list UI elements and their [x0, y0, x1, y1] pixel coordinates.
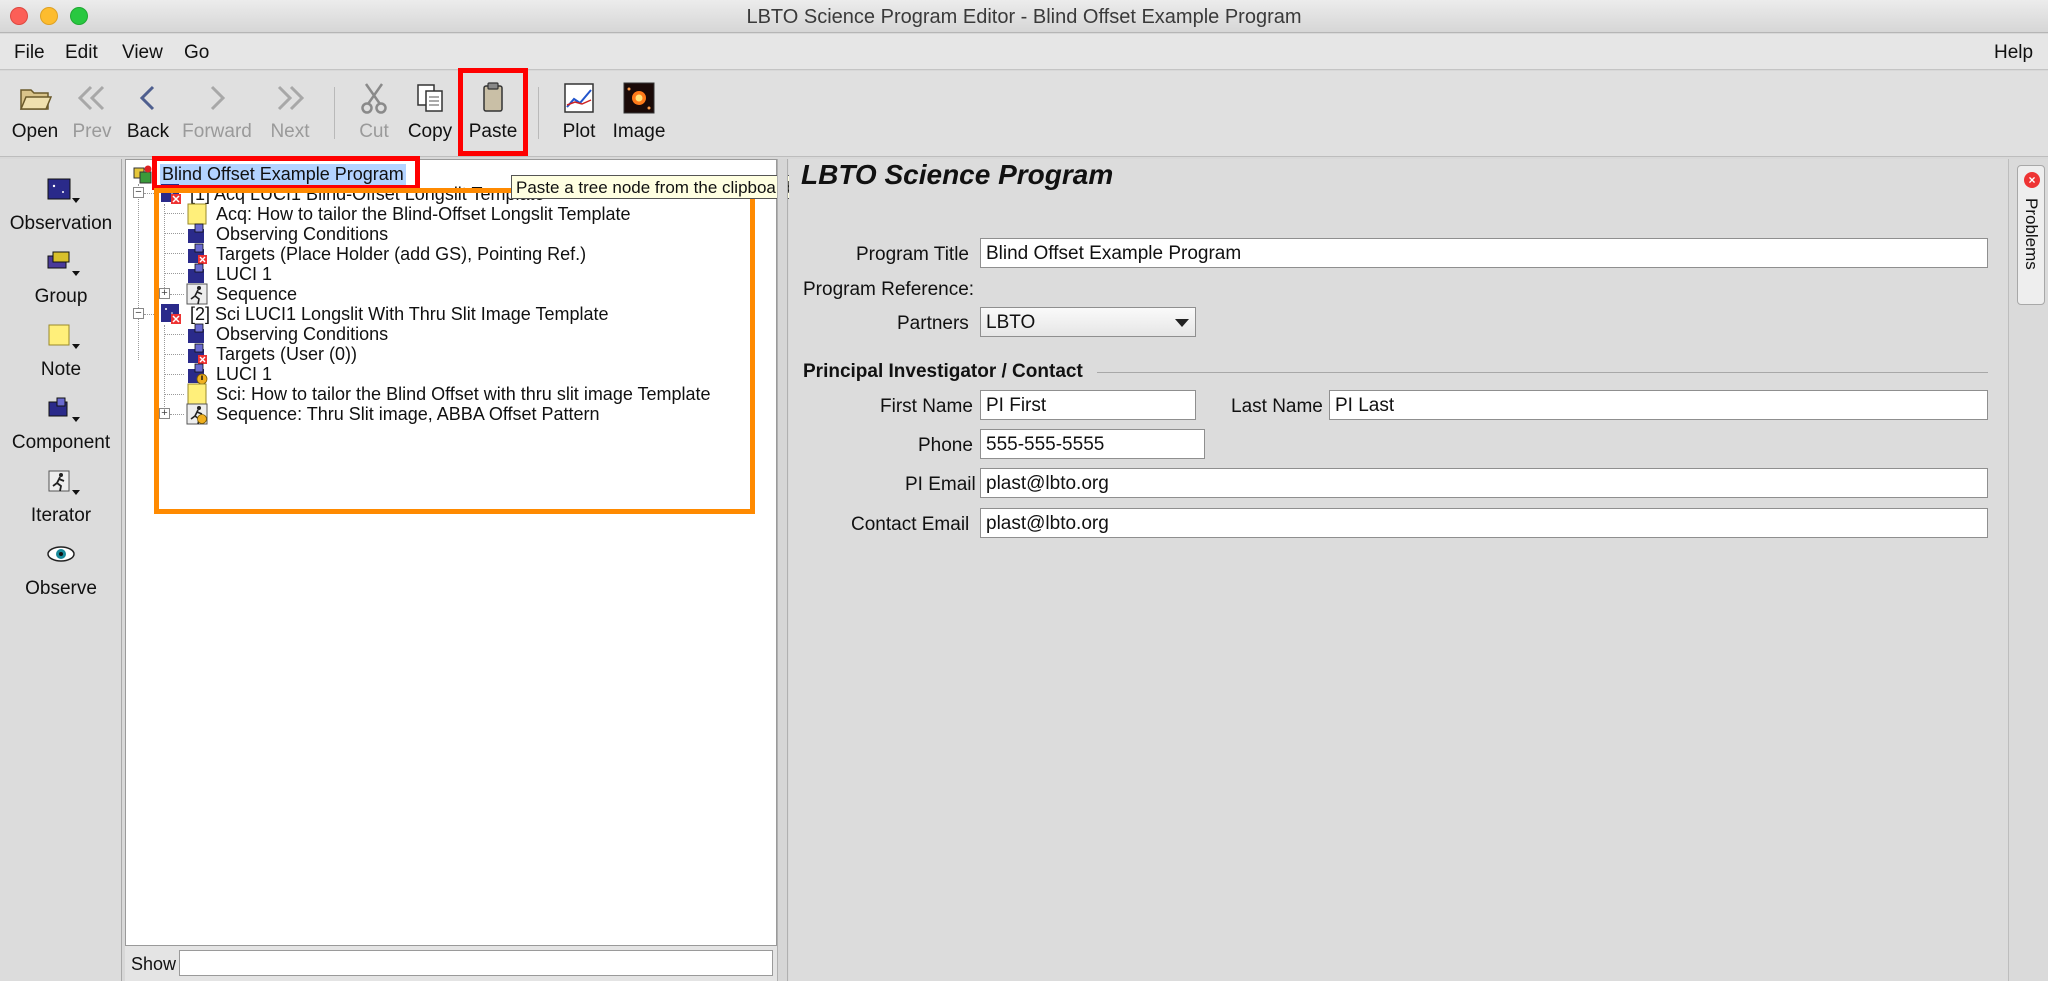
- cut-button[interactable]: Cut: [352, 77, 396, 153]
- collapse-toggle[interactable]: −: [133, 187, 144, 198]
- menu-bar: File Edit View Go Help: [0, 34, 2048, 70]
- sky-image-icon: [623, 82, 655, 114]
- plot-button[interactable]: Plot: [556, 77, 602, 153]
- palette-observe-label: Observe: [25, 578, 97, 599]
- toolbar-separator: [334, 87, 335, 139]
- section-divider: [1097, 372, 1988, 373]
- collapse-toggle[interactable]: −: [133, 308, 144, 319]
- pi-section-header: Principal Investigator / Contact: [803, 361, 1083, 382]
- scissors-icon: [361, 83, 387, 114]
- program-editor: LBTO Science Program Program Title Blind…: [789, 159, 2008, 981]
- image-button[interactable]: Image: [612, 77, 666, 153]
- menu-edit[interactable]: Edit: [65, 42, 98, 64]
- group-icon: [47, 251, 80, 276]
- palette-iterator-label: Iterator: [30, 505, 92, 526]
- editor-title: LBTO Science Program: [801, 159, 1114, 190]
- image-label: Image: [612, 121, 666, 142]
- next-label: Next: [270, 121, 310, 142]
- root-node-annotation-box: [152, 156, 420, 190]
- window-titlebar: LBTO Science Program Editor - Blind Offs…: [0, 0, 2048, 33]
- split-pane-divider[interactable]: [777, 159, 788, 981]
- prev-label: Prev: [72, 121, 112, 142]
- back-label: Back: [126, 121, 170, 142]
- prev-button[interactable]: Prev: [70, 77, 114, 153]
- subtree-annotation-box: [154, 188, 755, 514]
- palette-observe[interactable]: Observe: [0, 542, 122, 600]
- program-reference-label: Program Reference:: [803, 279, 975, 300]
- partners-select-value: LBTO: [986, 312, 1036, 333]
- palette-observation-label: Observation: [9, 213, 113, 234]
- last-name-input[interactable]: PI Last: [1329, 390, 1988, 420]
- error-icon: ×: [2024, 172, 2040, 188]
- palette-note-label: Note: [40, 359, 82, 380]
- node-palette: Observation Group Note Component Iterato…: [0, 159, 122, 981]
- copy-label: Copy: [407, 121, 453, 142]
- toolbar: Open Prev Back Forward Next Cut Copy Pas…: [0, 71, 2048, 157]
- plot-chart-icon: [564, 83, 594, 113]
- side-panel-strip: × Problems: [2008, 159, 2048, 981]
- problems-tab[interactable]: × Problems: [2017, 165, 2045, 305]
- contact-email-input[interactable]: plast@lbto.org: [980, 508, 1988, 538]
- palette-note[interactable]: Note: [0, 323, 122, 381]
- open-button[interactable]: Open: [8, 77, 62, 153]
- forward-label: Forward: [182, 121, 252, 142]
- menu-view[interactable]: View: [122, 42, 163, 64]
- phone-label: Phone: [918, 435, 973, 456]
- palette-component[interactable]: Component: [0, 396, 122, 454]
- last-name-label: Last Name: [1231, 396, 1323, 417]
- chevron-right-icon: [210, 85, 226, 111]
- double-chevron-left-icon: [77, 85, 105, 111]
- palette-group[interactable]: Group: [0, 250, 122, 308]
- eye-icon: [47, 546, 75, 562]
- pi-email-label: PI Email: [905, 474, 976, 495]
- copy-icon: [417, 84, 443, 112]
- cut-label: Cut: [359, 121, 389, 142]
- partners-select[interactable]: LBTO: [980, 307, 1196, 337]
- problems-tab-label: Problems: [2022, 198, 2041, 270]
- toolbar-separator: [538, 87, 539, 139]
- plot-label: Plot: [562, 121, 596, 142]
- palette-observation[interactable]: Observation: [0, 177, 122, 235]
- folder-open-icon: [19, 89, 52, 110]
- menu-help[interactable]: Help: [1994, 42, 2033, 64]
- dropdown-arrow-icon: [1175, 319, 1189, 327]
- palette-group-label: Group: [34, 286, 88, 307]
- phone-input[interactable]: 555-555-5555: [980, 429, 1205, 459]
- show-filter-input[interactable]: [179, 950, 773, 976]
- show-filter-bar: Show: [125, 946, 777, 981]
- menu-go[interactable]: Go: [184, 42, 209, 64]
- chevron-left-icon: [139, 85, 155, 111]
- show-label: Show: [131, 954, 177, 974]
- palette-iterator[interactable]: Iterator: [0, 469, 122, 527]
- program-icon: [133, 165, 152, 184]
- menu-file[interactable]: File: [14, 42, 45, 64]
- program-title-label: Program Title: [856, 244, 969, 265]
- component-icon: [48, 397, 80, 422]
- open-label: Open: [11, 121, 59, 142]
- forward-button[interactable]: Forward: [182, 77, 252, 153]
- next-button[interactable]: Next: [266, 77, 314, 153]
- first-name-input[interactable]: PI First: [980, 390, 1196, 420]
- tree-connector: [138, 184, 139, 360]
- iterator-runner-icon: [48, 470, 80, 495]
- note-icon: [48, 324, 80, 349]
- palette-component-label: Component: [11, 432, 111, 453]
- observation-icon: [47, 178, 80, 203]
- copy-button[interactable]: Copy: [406, 77, 454, 153]
- double-chevron-right-icon: [277, 85, 305, 111]
- program-title-input[interactable]: Blind Offset Example Program: [980, 238, 1988, 268]
- contact-email-label: Contact Email: [851, 514, 970, 535]
- partners-label: Partners: [897, 313, 969, 334]
- pi-email-input[interactable]: plast@lbto.org: [980, 468, 1988, 498]
- window-title: LBTO Science Program Editor - Blind Offs…: [746, 6, 1302, 28]
- first-name-label: First Name: [880, 396, 973, 417]
- back-button[interactable]: Back: [126, 77, 170, 153]
- paste-annotation-box: [458, 68, 528, 156]
